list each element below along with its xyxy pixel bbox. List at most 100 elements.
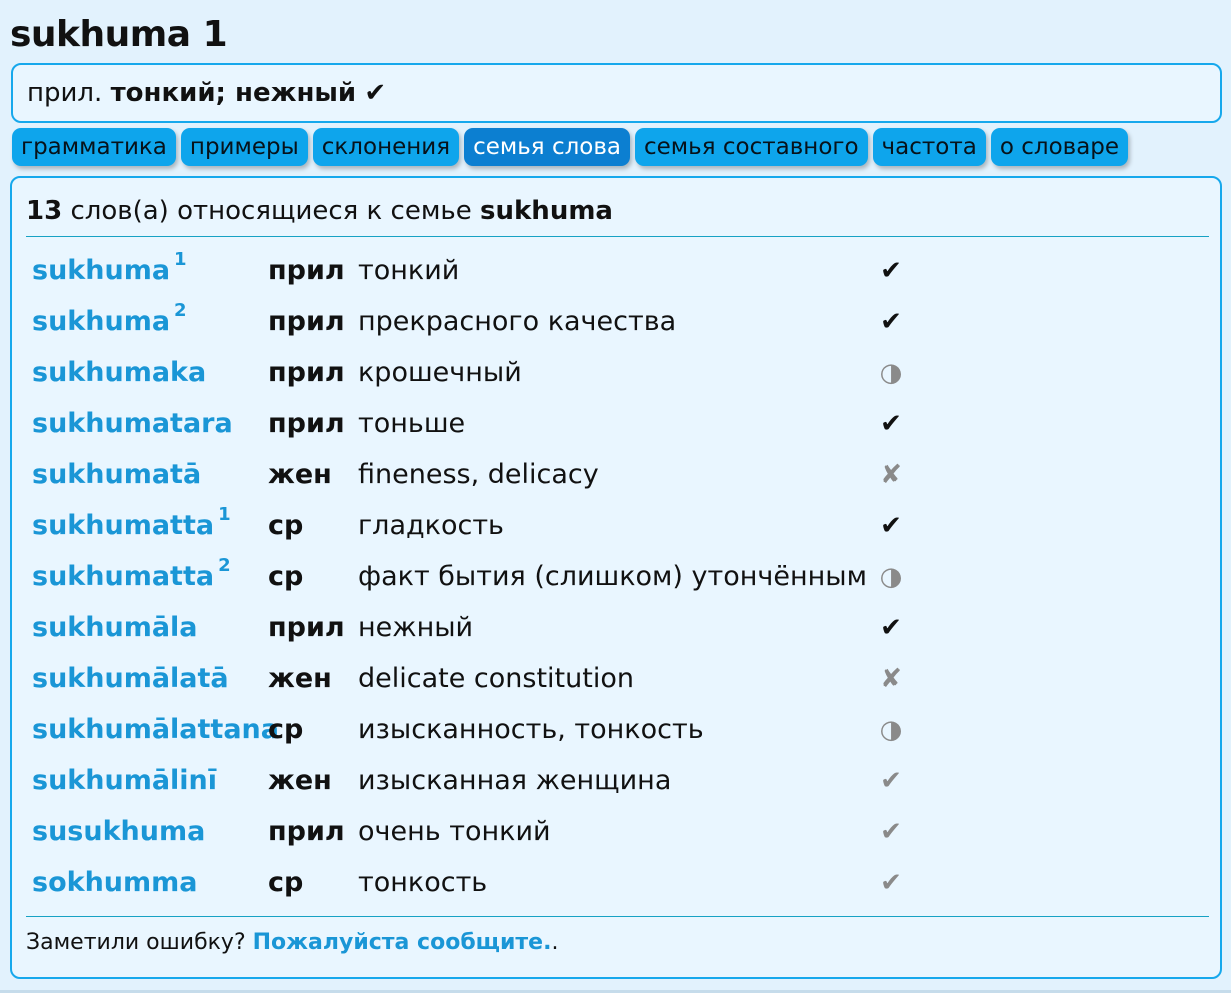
part-of-speech: жен (268, 663, 332, 694)
tab-declensions[interactable]: склонения (312, 128, 460, 166)
check-icon: ✔ (880, 613, 902, 643)
part-of-speech: прил (268, 255, 345, 286)
word-text: sukhumāla (32, 612, 198, 643)
word-link[interactable]: sukhumatta 2 (32, 556, 231, 598)
word-text: sukhuma (32, 255, 171, 286)
report-error-text: Заметили ошибку? (26, 930, 246, 955)
meaning: крошечный (358, 357, 522, 388)
meaning: тонкость (358, 867, 488, 898)
check-icon: ✔ (880, 868, 902, 898)
table-row: sukhumatta 2 ср факт бытия (слишком) утончё… (32, 556, 1132, 607)
check-icon: ✔ (880, 817, 902, 847)
check-icon: ✔ (880, 256, 902, 286)
divider (26, 236, 1209, 237)
part-of-speech: ср (268, 561, 304, 592)
check-icon: ✔ (880, 766, 902, 796)
check-icon: ✔ (880, 307, 902, 337)
divider (26, 916, 1209, 917)
part-of-speech: прил (268, 816, 345, 847)
meaning: изысканная женщина (358, 765, 672, 796)
meaning: очень тонкий (358, 816, 551, 847)
part-of-speech: прил (268, 612, 345, 643)
word-link[interactable]: sukhumatara (32, 403, 233, 445)
half-circle-icon: ◑ (879, 562, 903, 592)
meaning: факт бытия (слишком) утончённым (358, 561, 867, 592)
word-link[interactable]: sukhumatta 1 (32, 505, 231, 547)
part-of-speech: прил (268, 408, 345, 439)
table-row: sukhumatta 1 ср гладкость ✔ (32, 505, 1132, 556)
word-link[interactable]: sukhumāla (32, 607, 198, 649)
word-link[interactable]: sukhumaka (32, 352, 206, 394)
meaning: нежный (358, 612, 474, 643)
report-error-tail: . (551, 930, 559, 955)
tab-frequency[interactable]: частота (872, 128, 986, 166)
part-of-speech: жен (268, 459, 332, 490)
meaning: тоньше (358, 408, 466, 439)
word-family-panel: 13 слов(а) относящиеся к семье sukhuma s… (10, 176, 1222, 979)
dictionary-page: sukhuma 1 прил. тонкий; нежный ✔ граммат… (0, 0, 1231, 993)
word-text: sukhuma (32, 306, 171, 337)
word-text: sukhumālinī (32, 765, 218, 796)
table-row: sukhumālatā жен delicate constitution ✘ (32, 658, 1132, 709)
word-text: sukhumatta (32, 561, 215, 592)
tab-bar: грамматика примеры склонения семья слова… (12, 128, 1129, 168)
family-root: sukhuma (480, 196, 613, 226)
table-row: sokhumma ср тонкость ✔ (32, 862, 1132, 913)
table-row: sukhumālattana ср изысканность, тонкость ◑ (32, 709, 1132, 760)
part-of-speech: прил (268, 306, 345, 337)
word-link[interactable]: sukhumālinī (32, 760, 217, 802)
word-link[interactable]: sukhuma 2 (32, 301, 187, 343)
word-text: sukhumaka (32, 357, 207, 388)
homonym-number: 1 (174, 249, 187, 270)
meaning: delicate constitution (358, 663, 634, 694)
tab-grammar[interactable]: грамматика (12, 128, 176, 166)
half-circle-icon: ◑ (879, 358, 903, 388)
summary-check-icon: ✔ (364, 78, 387, 108)
tab-about[interactable]: о словаре (990, 128, 1129, 166)
word-link[interactable]: sukhumatā (32, 454, 201, 496)
check-icon: ✔ (880, 511, 902, 541)
meaning: прекрасного качества (358, 306, 677, 337)
table-row: sukhumatara прил тоньше ✔ (32, 403, 1132, 454)
word-text: sukhumālattana (32, 714, 279, 745)
word-text: susukhuma (32, 816, 206, 847)
cross-icon: ✘ (880, 664, 902, 694)
word-text: sukhumālatā (32, 663, 229, 694)
table-row: sukhumaka прил крошечный ◑ (32, 352, 1132, 403)
meaning: изысканность, тонкость (358, 714, 704, 745)
word-link[interactable]: susukhuma (32, 811, 205, 853)
report-error-link[interactable]: Пожалуйста сообщите. (253, 930, 552, 955)
family-count: 13 (26, 196, 63, 226)
word-link[interactable]: sukhumālattana (32, 709, 279, 751)
table-row: sukhumāla прил нежный ✔ (32, 607, 1132, 658)
homonym-number: 2 (218, 555, 231, 576)
table-row: susukhuma прил очень тонкий ✔ (32, 811, 1132, 862)
word-link[interactable]: sukhuma 1 (32, 250, 187, 292)
word-text: sukhumatta (32, 510, 215, 541)
table-row: sukhuma 1 прил тонкий ✔ (32, 250, 1132, 301)
tab-compound-family[interactable]: семья составного (635, 128, 868, 166)
word-text: sukhumatara (32, 408, 233, 439)
family-heading: 13 слов(а) относящиеся к семье sukhuma (26, 196, 613, 226)
family-heading-text: слов(а) относящиеся к семье (70, 196, 472, 226)
meaning: гладкость (358, 510, 504, 541)
report-error-line: Заметили ошибку? Пожалуйста сообщите.. (26, 930, 558, 955)
meaning: тонкий (358, 255, 460, 286)
part-of-speech: прил (268, 357, 345, 388)
homonym-number: 1 (218, 504, 231, 525)
check-icon: ✔ (880, 409, 902, 439)
part-of-speech: ср (268, 714, 304, 745)
summary-meaning: тонкий; нежный (110, 78, 357, 108)
word-link[interactable]: sukhumālatā (32, 658, 229, 700)
half-circle-icon: ◑ (879, 715, 903, 745)
tab-examples[interactable]: примеры (180, 128, 308, 166)
meaning: fineness, delicacy (358, 459, 599, 490)
tab-word-family[interactable]: семья слова (464, 128, 631, 166)
cross-icon: ✘ (880, 460, 902, 490)
homonym-number: 2 (174, 300, 187, 321)
summary-pos: прил. (27, 78, 103, 108)
table-row: sukhumatā жен fineness, delicacy ✘ (32, 454, 1132, 505)
word-link[interactable]: sokhumma (32, 862, 198, 904)
summary-box: прил. тонкий; нежный ✔ (11, 63, 1222, 123)
family-table: sukhuma 1 прил тонкий ✔ sukhuma 2 прил прекрасно… (32, 250, 1132, 913)
